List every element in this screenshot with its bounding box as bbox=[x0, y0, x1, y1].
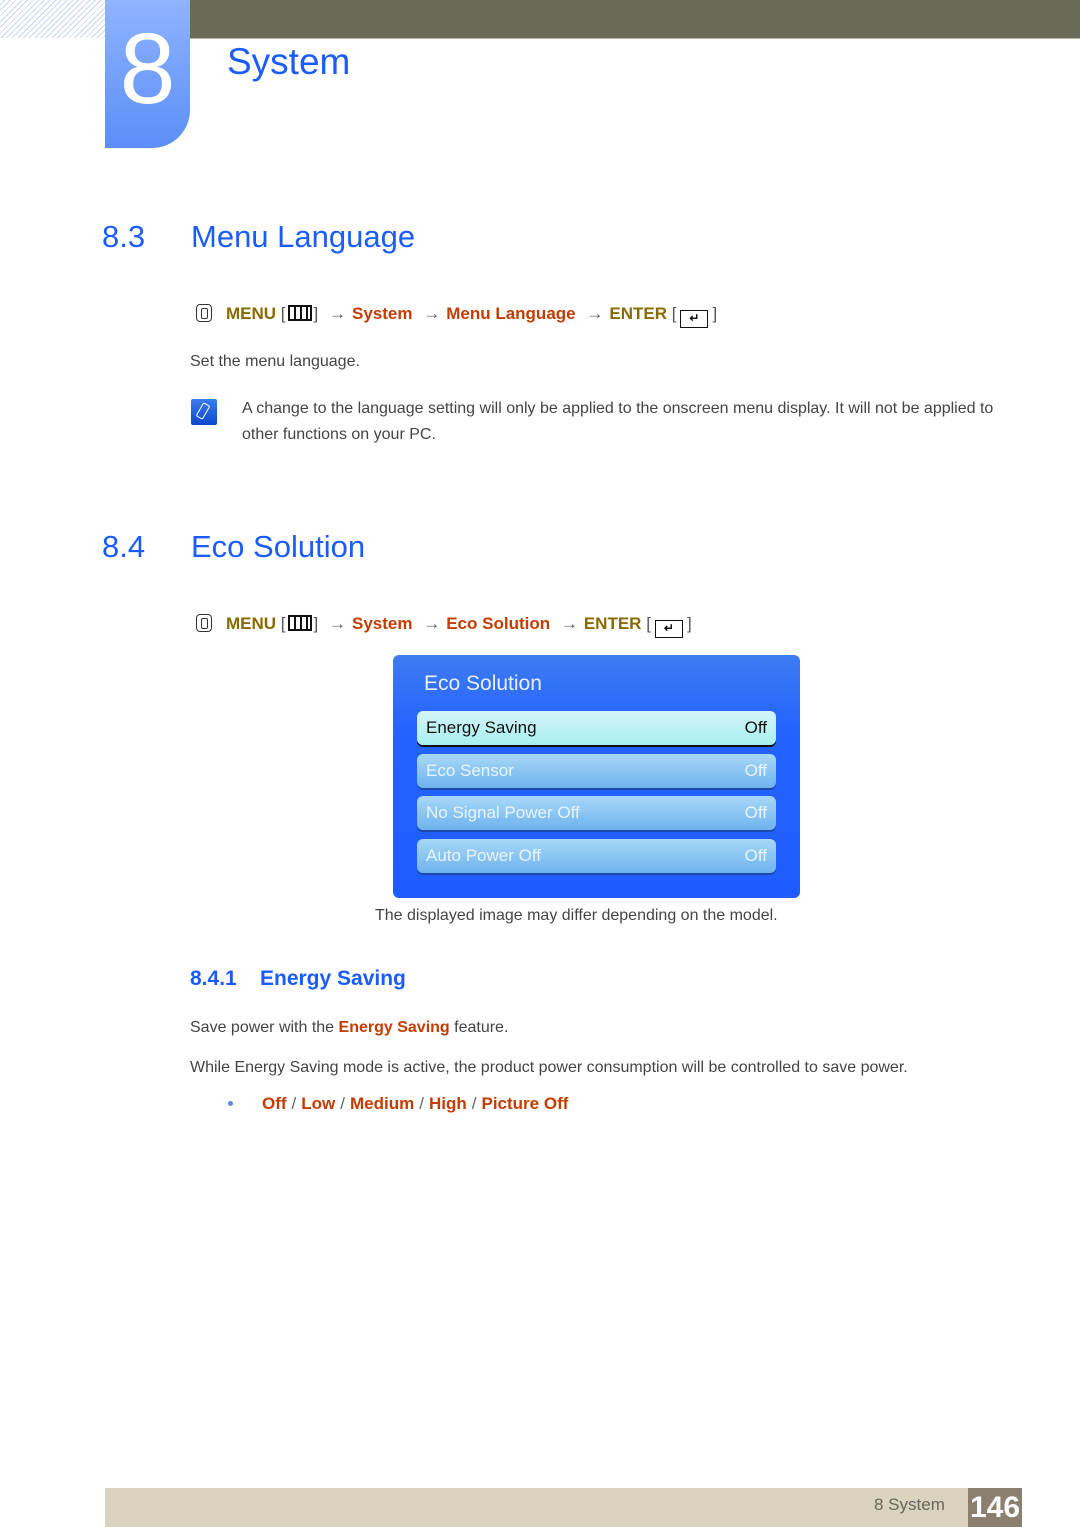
path-item: Menu Language bbox=[446, 304, 576, 323]
intro-text-end: feature. bbox=[449, 1019, 509, 1036]
option-picture-off: Picture Off bbox=[481, 1094, 569, 1113]
note-text: A change to the language setting will on… bbox=[242, 400, 994, 443]
intro-highlight: Energy Saving bbox=[338, 1019, 450, 1036]
bullet-icon bbox=[228, 1101, 233, 1106]
energy-saving-description: While Energy Saving mode is active, the … bbox=[190, 1059, 908, 1076]
osd-row-label: Auto Power Off bbox=[426, 846, 541, 865]
header-hatch-decoration bbox=[0, 0, 105, 38]
path-menu: MENU bbox=[226, 614, 277, 633]
note-pencil-icon bbox=[191, 399, 217, 425]
menu-icon bbox=[287, 615, 312, 631]
menu-icon bbox=[287, 305, 312, 321]
arrow-icon: → bbox=[329, 304, 346, 323]
osd-row-eco-sensor[interactable]: Eco Sensor Off bbox=[417, 754, 776, 788]
energy-saving-intro: Save power with the Energy Saving featur… bbox=[190, 1015, 508, 1041]
osd-row-auto-power-off[interactable]: Auto Power Off Off bbox=[417, 839, 776, 873]
section-number: 8.3 bbox=[102, 219, 146, 254]
osd-row-label: No Signal Power Off bbox=[426, 803, 580, 822]
energy-saving-options: Off / Low / Medium / High / Picture Off bbox=[262, 1093, 568, 1115]
arrow-icon: → bbox=[560, 614, 578, 633]
menu-language-description: Set the menu language. bbox=[190, 353, 360, 370]
enter-icon: ↵ bbox=[654, 620, 683, 638]
enter-icon: ↵ bbox=[680, 310, 709, 328]
header-divider bbox=[190, 38, 1080, 39]
option-high: High bbox=[428, 1094, 467, 1113]
chapter-number-badge: 8 bbox=[105, 0, 190, 148]
header-bar bbox=[190, 0, 1080, 38]
option-medium: Medium bbox=[350, 1094, 415, 1113]
osd-row-value: Off bbox=[744, 718, 767, 737]
arrow-icon: → bbox=[586, 304, 604, 323]
eco-solution-osd-menu: Eco Solution Energy Saving Off Eco Senso… bbox=[393, 655, 800, 898]
intro-text: Save power with the bbox=[190, 1019, 339, 1036]
osd-row-value: Off bbox=[744, 761, 767, 780]
option-off: Off bbox=[262, 1094, 287, 1113]
arrow-icon: → bbox=[329, 614, 346, 633]
menu-path-menu-language: MENU [] → System → Menu Language → ENTER [↵… bbox=[196, 303, 717, 328]
path-system: System bbox=[352, 304, 413, 323]
subsection-title: Energy Saving bbox=[260, 967, 406, 990]
osd-caption: The displayed image may differ depending… bbox=[375, 907, 778, 924]
osd-row-value: Off bbox=[744, 803, 767, 822]
subsection-heading-energy-saving: 8.4.1 Energy Saving bbox=[190, 966, 406, 992]
separator: / bbox=[471, 1094, 477, 1113]
chapter-number: 8 bbox=[119, 13, 176, 125]
section-title: Menu Language bbox=[191, 219, 416, 254]
osd-row-no-signal-power-off[interactable]: No Signal Power Off Off bbox=[417, 796, 776, 830]
chapter-title: System bbox=[227, 41, 351, 82]
menu-path-eco-solution: MENU [] → System → Eco Solution → ENTER [↵] bbox=[196, 613, 692, 638]
separator: / bbox=[340, 1094, 346, 1113]
section-heading-eco-solution: 8.4 Eco Solution bbox=[102, 528, 365, 566]
page-number: 146 bbox=[968, 1488, 1022, 1527]
path-enter: ENTER bbox=[609, 304, 667, 323]
osd-row-energy-saving[interactable]: Energy Saving Off bbox=[417, 711, 776, 745]
osd-row-value: Off bbox=[744, 846, 767, 865]
hand-touch-icon bbox=[196, 614, 212, 632]
osd-title: Eco Solution bbox=[424, 672, 542, 695]
section-title: Eco Solution bbox=[191, 529, 366, 564]
footer-chapter-label: 8 System bbox=[874, 1495, 945, 1514]
section-number: 8.4 bbox=[102, 529, 146, 564]
subsection-number: 8.4.1 bbox=[190, 967, 237, 990]
path-item: Eco Solution bbox=[446, 614, 551, 633]
arrow-icon: → bbox=[423, 304, 441, 323]
path-system: System bbox=[352, 614, 413, 633]
separator: / bbox=[419, 1094, 424, 1113]
arrow-icon: → bbox=[423, 614, 441, 633]
path-menu: MENU bbox=[226, 304, 277, 323]
hand-touch-icon bbox=[196, 304, 212, 322]
osd-row-label: Energy Saving bbox=[426, 718, 537, 737]
option-low: Low bbox=[301, 1094, 336, 1113]
path-enter: ENTER bbox=[583, 614, 642, 633]
section-heading-menu-language: 8.3 Menu Language bbox=[102, 218, 415, 256]
osd-row-label: Eco Sensor bbox=[426, 761, 514, 780]
separator: / bbox=[291, 1094, 297, 1113]
